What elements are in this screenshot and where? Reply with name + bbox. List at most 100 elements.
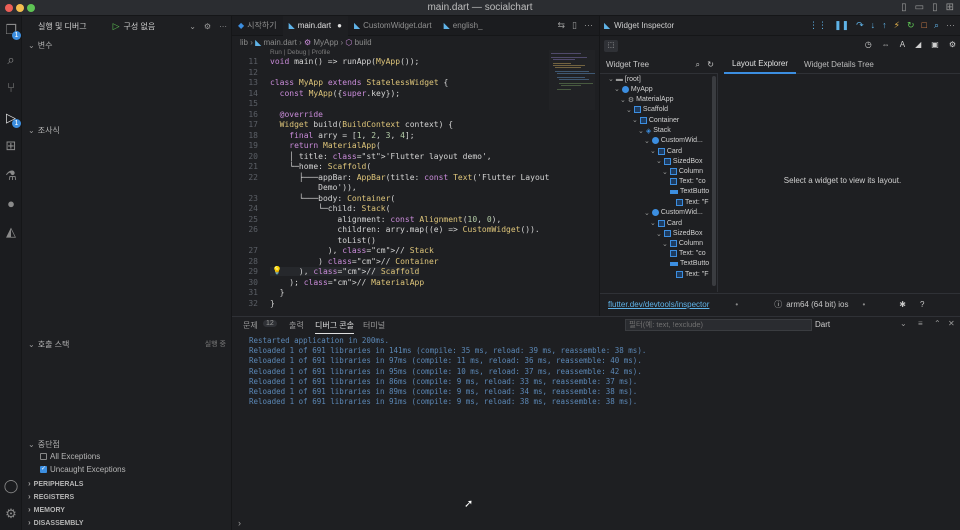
bug-icon[interactable]: ✱ bbox=[899, 300, 906, 309]
widget-tree-node[interactable]: ⌄ MyApp bbox=[614, 85, 653, 93]
code-line[interactable]: Demo')), bbox=[270, 183, 357, 192]
code-line[interactable]: } bbox=[270, 299, 275, 308]
code-line[interactable]: class MyApp extends StatelessWidget { bbox=[270, 78, 448, 87]
watch-section[interactable]: ⌄ 조사식 bbox=[28, 125, 60, 136]
chevron-down-icon[interactable]: ⌄ bbox=[632, 116, 638, 124]
step-into-icon[interactable]: ↓ bbox=[871, 20, 876, 31]
more-icon[interactable]: ··· bbox=[219, 22, 227, 31]
remote-icon[interactable]: ◭ bbox=[3, 224, 19, 240]
widget-tree-node[interactable]: ⌄ CustomWid... bbox=[644, 137, 703, 145]
testing-icon[interactable]: ⚗ bbox=[3, 168, 19, 184]
code-line[interactable]: const MyApp({super.key}); bbox=[270, 89, 400, 98]
code-line[interactable]: └───body: Container( bbox=[270, 194, 395, 203]
widget-tree-node[interactable]: ⌄ Column bbox=[662, 240, 703, 248]
tab-widget-details-tree[interactable]: Widget Details Tree bbox=[796, 56, 882, 73]
run-debug-icon[interactable]: ▷ 1 bbox=[3, 110, 21, 128]
tab-layout-explorer[interactable]: Layout Explorer bbox=[724, 55, 797, 74]
account-icon[interactable]: ◯ bbox=[3, 478, 19, 494]
tab-output[interactable]: 출력 bbox=[289, 320, 304, 331]
call-stack-section[interactable]: ⌄ 호출 스택 실행 중 bbox=[28, 339, 226, 350]
pause-icon[interactable]: ❚❚ bbox=[834, 20, 849, 31]
refresh-icon[interactable]: ↻ bbox=[707, 60, 714, 69]
chevron-down-icon[interactable]: ⌄ bbox=[900, 319, 907, 328]
step-out-icon[interactable]: ↑ bbox=[882, 20, 887, 31]
split-editor-icon[interactable]: ▯ bbox=[572, 20, 577, 31]
compare-icon[interactable]: ⇆ bbox=[558, 20, 566, 31]
breadcrumb-item[interactable]: MyApp bbox=[313, 38, 338, 47]
breadcrumb-item[interactable]: main.dart bbox=[264, 38, 297, 47]
hot-reload-icon[interactable]: ⚡ bbox=[894, 20, 900, 31]
clear-console-icon[interactable]: ≡ bbox=[918, 319, 923, 328]
widget-tree-node[interactable]: ⌄ Scaffold bbox=[626, 106, 668, 114]
code-line[interactable]: } bbox=[270, 288, 285, 297]
chevron-down-icon[interactable]: ⌄ bbox=[626, 106, 632, 114]
breadcrumb-item[interactable]: lib bbox=[240, 38, 248, 47]
widget-tree-node[interactable]: Text: "F bbox=[674, 198, 709, 206]
step-over-icon[interactable]: ↷ bbox=[856, 20, 864, 31]
chevron-down-icon[interactable]: ⌄ bbox=[189, 22, 196, 31]
tab-problems[interactable]: 문제 bbox=[243, 320, 258, 331]
peripherals-section[interactable]: › PERIPHERALS bbox=[28, 479, 83, 488]
widget-tree-node[interactable]: ⌄ CustomWid... bbox=[644, 209, 703, 217]
breadcrumb-item[interactable]: build bbox=[355, 38, 372, 47]
uncaught-exceptions-checkbox[interactable]: ✓ bbox=[40, 466, 47, 474]
widget-tree-node[interactable]: Text: "co bbox=[668, 178, 706, 185]
toggle-panel-icon[interactable]: ▭ bbox=[915, 2, 924, 13]
code-line[interactable]: @override bbox=[270, 110, 323, 119]
widget-tree-node[interactable]: ⌄ Column bbox=[662, 168, 703, 176]
widget-tree-node[interactable]: Text: "F bbox=[674, 270, 709, 278]
code-line[interactable]: final arry = [1, 2, 3, 4]; bbox=[270, 131, 414, 140]
stop-icon[interactable]: □ bbox=[922, 20, 927, 31]
variables-section[interactable]: ⌄ 변수 bbox=[28, 40, 52, 51]
tab-terminal[interactable]: 터미널 bbox=[363, 320, 385, 331]
chevron-down-icon[interactable]: ⌄ bbox=[608, 75, 614, 83]
code-line[interactable]: ), class="cm">// Stack bbox=[270, 246, 434, 255]
code-line[interactable]: children: arry.map((e) => CustomWidget()… bbox=[270, 225, 539, 234]
code-line[interactable]: ├───appBar: AppBar(title: const Text('Fl… bbox=[270, 173, 550, 182]
github-icon[interactable]: ● bbox=[3, 196, 19, 212]
guidelines-icon[interactable]: ⇔ bbox=[882, 40, 890, 49]
start-debug-icon[interactable]: ▷ bbox=[113, 21, 120, 32]
tab-custom-widget[interactable]: ◣ CustomWidget.dart bbox=[348, 16, 438, 36]
widget-tree-node[interactable]: TextButto bbox=[668, 188, 709, 195]
explorer-icon[interactable]: ❐ 1 bbox=[3, 22, 21, 40]
disassembly-section[interactable]: › DISASSEMBLY bbox=[28, 518, 84, 527]
extensions-icon[interactable]: ⊞ bbox=[3, 138, 19, 154]
chevron-down-icon[interactable]: ⌄ bbox=[638, 127, 644, 135]
maximize-window-button[interactable] bbox=[27, 4, 35, 12]
widget-tree-node[interactable]: ⌄ SizedBox bbox=[656, 157, 702, 165]
more-icon[interactable]: ··· bbox=[584, 20, 593, 31]
code-line[interactable]: │ title: class="st">'Flutter layout demo… bbox=[270, 152, 491, 161]
all-exceptions-checkbox[interactable] bbox=[40, 453, 47, 461]
code-line[interactable]: └─home: Scaffold( bbox=[270, 162, 371, 171]
code-line[interactable]: toList() bbox=[270, 236, 376, 245]
widget-tree-node[interactable]: ⌄ Card bbox=[650, 147, 682, 155]
repaint-rainbow-icon[interactable]: ◢ bbox=[915, 40, 921, 49]
chevron-down-icon[interactable]: ⌄ bbox=[656, 157, 662, 165]
tab-english[interactable]: ◣ english_ bbox=[438, 16, 489, 36]
help-icon[interactable]: ? bbox=[920, 300, 924, 309]
close-panel-icon[interactable]: ✕ bbox=[948, 319, 955, 328]
baselines-icon[interactable]: A bbox=[900, 40, 905, 49]
widget-tree-node[interactable]: ⌄ ▬ [root] bbox=[608, 75, 641, 84]
settings-gear-icon[interactable]: ⚙ bbox=[3, 506, 19, 522]
widget-tree-node[interactable]: ⌄ SizedBox bbox=[656, 230, 702, 238]
chevron-down-icon[interactable]: ⌄ bbox=[650, 219, 656, 227]
widget-tree-node[interactable]: ⌄ Container bbox=[632, 116, 679, 124]
uncaught-exceptions-item[interactable]: ✓ Uncaught Exceptions bbox=[40, 465, 126, 474]
code-line[interactable]: return MaterialApp( bbox=[270, 141, 381, 150]
toggle-secondary-sidebar-icon[interactable]: ▯ bbox=[932, 2, 938, 13]
lightbulb-icon[interactable]: 💡 bbox=[272, 266, 282, 275]
memory-section[interactable]: › MEMORY bbox=[28, 505, 65, 514]
widget-tree-node[interactable]: ⌄ ⚙ MaterialApp bbox=[620, 96, 674, 104]
breakpoints-section[interactable]: ⌄ 중단점 bbox=[28, 439, 60, 450]
search-icon[interactable]: ⌕ bbox=[696, 60, 700, 70]
performance-overlay-icon[interactable]: ◷ bbox=[865, 40, 872, 49]
code-line[interactable]: void main() => runApp(MyApp()); bbox=[270, 57, 419, 66]
tree-scrollbar[interactable] bbox=[712, 76, 716, 286]
search-icon[interactable]: ⌕ bbox=[3, 52, 19, 68]
code-line[interactable]: Widget build(BuildContext context) { bbox=[270, 120, 453, 129]
widget-tree-node[interactable]: ⌄ ◈ Stack bbox=[638, 127, 671, 135]
all-exceptions-item[interactable]: All Exceptions bbox=[40, 452, 100, 461]
chevron-down-icon[interactable]: ⌄ bbox=[662, 168, 668, 176]
